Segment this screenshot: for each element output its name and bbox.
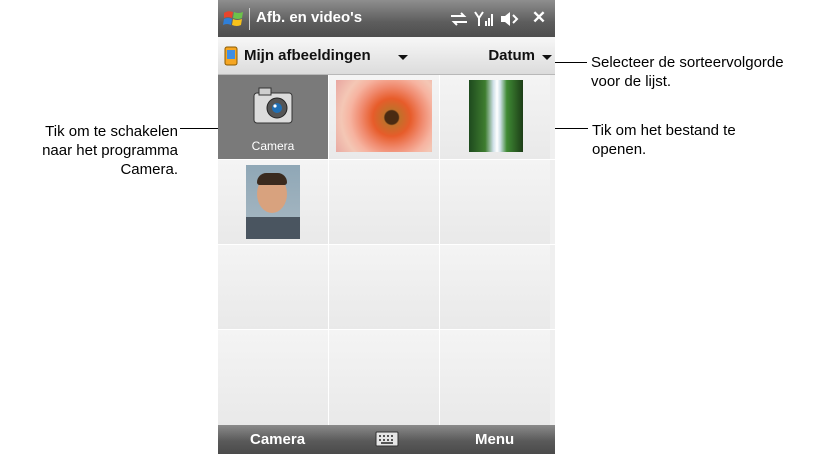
empty-tile: [329, 330, 439, 425]
callout-sort-text: Selecteer de sorteervolgorde voor de lij…: [591, 53, 837, 91]
grid-divider: [439, 75, 440, 425]
callout-open-text: Tik om het bestand te openen.: [592, 121, 832, 159]
callout-sort-leader: [553, 62, 587, 63]
folder-chevron-down-icon[interactable]: [398, 55, 408, 60]
portrait-shoulders: [246, 217, 300, 239]
callout-line-3: Camera.: [120, 161, 178, 178]
callout-line-1: Selecteer de sorteervolgorde: [591, 54, 784, 71]
camera-tile-label: Camera: [251, 139, 295, 153]
callout-line-1: Tik om te schakelen: [45, 123, 178, 140]
waterfall-photo: [469, 80, 523, 152]
callout-camera-text: Tik om te schakelen naar het programma C…: [0, 122, 178, 179]
grid-divider: [218, 329, 555, 330]
title-bar: Afb. en video's ✕: [218, 0, 555, 37]
empty-tile: [218, 245, 328, 329]
portrait-photo: [246, 165, 300, 239]
empty-tile: [440, 245, 550, 329]
windows-start-icon[interactable]: [222, 7, 246, 31]
volume-icon[interactable]: [499, 9, 521, 29]
callout-line-2: openen.: [592, 141, 647, 158]
close-icon[interactable]: ✕: [530, 9, 548, 27]
callout-line-1: Tik om het bestand te: [592, 122, 736, 139]
camera-tile[interactable]: Camera: [218, 75, 328, 159]
grid-divider: [218, 159, 555, 160]
grid-divider: [218, 244, 555, 245]
soft-key-bar: Camera Menu: [218, 425, 555, 454]
folder-toolbar: Mijn afbeeldingen Datum: [218, 37, 555, 75]
grid-divider: [328, 75, 329, 425]
device-screen: Afb. en video's ✕ Mijn afbeeldingen Datu…: [218, 0, 555, 454]
menu-softkey[interactable]: Menu: [475, 431, 514, 448]
sort-dropdown[interactable]: Datum: [488, 47, 535, 64]
photo-tile-waterfall[interactable]: [440, 75, 550, 159]
folder-dropdown[interactable]: Mijn afbeeldingen: [244, 47, 371, 64]
callout-line-2: voor de lijst.: [591, 73, 672, 90]
signal-icon[interactable]: [473, 9, 495, 29]
device-storage-icon: [224, 46, 238, 66]
empty-tile: [329, 160, 439, 244]
thumbnail-grid: Camera: [218, 75, 555, 425]
empty-tile: [440, 330, 550, 425]
portrait-hair: [257, 173, 287, 185]
app-title: Afb. en video's: [256, 9, 363, 26]
flower-photo: [336, 80, 432, 152]
keyboard-icon[interactable]: [375, 430, 399, 448]
empty-tile: [329, 245, 439, 329]
camera-softkey[interactable]: Camera: [250, 431, 305, 448]
photo-tile-portrait[interactable]: [218, 160, 328, 244]
photo-tile-flower[interactable]: [329, 75, 439, 159]
connectivity-icon[interactable]: [448, 9, 470, 29]
empty-tile: [218, 330, 328, 425]
sort-chevron-down-icon[interactable]: [542, 55, 552, 60]
callout-line-2: naar het programma: [42, 142, 178, 159]
empty-tile: [440, 160, 550, 244]
title-separator: [249, 8, 250, 30]
camera-icon: [253, 87, 293, 124]
